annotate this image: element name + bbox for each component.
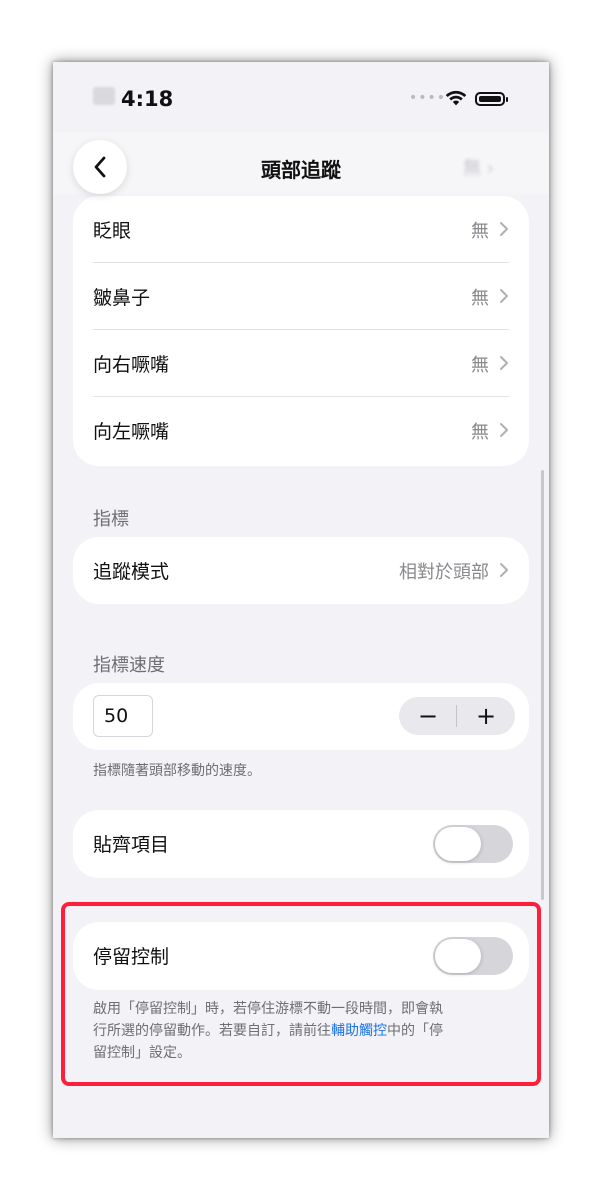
pointer-card: 追蹤模式 相對於頭部 — [73, 537, 529, 604]
chevron-right-icon — [500, 423, 508, 437]
gesture-list: 眨眼 無 皺鼻子 無 向右噘嘴 無 向左噘嘴 無 — [73, 196, 529, 466]
status-bar: 4:18 •••• — [53, 62, 549, 132]
section-title-pointer-speed: 指標速度 — [93, 655, 165, 676]
cellular-dots-icon: •••• — [409, 90, 447, 106]
snap-items-toggle[interactable] — [433, 825, 513, 863]
gesture-row-pucker-right[interactable]: 向右噘嘴 無 — [73, 330, 529, 397]
gesture-value: 無 — [471, 221, 489, 242]
snap-items-label: 貼齊項目 — [93, 834, 170, 856]
tracking-mode-value: 相對於頭部 — [399, 562, 489, 583]
navigation-bar: 無 › 頭部追蹤 — [53, 132, 549, 194]
gesture-value: 無 — [471, 422, 489, 443]
chevron-right-icon — [500, 563, 508, 577]
gesture-label: 眨眼 — [93, 220, 132, 242]
chevron-right-icon — [500, 356, 508, 370]
gesture-value: 無 — [471, 288, 489, 309]
blurred-app-icon — [93, 87, 115, 105]
gesture-row-pucker-left[interactable]: 向左噘嘴 無 — [73, 397, 529, 464]
page-title: 頭部追蹤 — [261, 158, 341, 182]
gesture-label: 向左噘嘴 — [93, 421, 170, 443]
pointer-speed-stepper: − + — [399, 697, 515, 735]
toggle-knob — [435, 827, 481, 861]
pointer-speed-field[interactable]: 50 — [93, 695, 153, 737]
gesture-label: 皺鼻子 — [93, 287, 151, 309]
gesture-row-scrunch-nose[interactable]: 皺鼻子 無 — [73, 263, 529, 330]
gesture-label: 向右噘嘴 — [93, 354, 170, 376]
pointer-speed-card: 50 − + — [73, 683, 529, 750]
phone-screen: 4:18 •••• 眨眼 無 皺鼻子 無 向右噘嘴 無 向左噘嘴 無 指標 追蹤… — [53, 62, 549, 1138]
gesture-value: 無 — [471, 355, 489, 376]
pointer-speed-footnote: 指標隨著頭部移動的速度。 — [93, 763, 261, 779]
chevron-right-icon — [500, 289, 508, 303]
highlight-box — [61, 902, 541, 1086]
increment-button[interactable]: + — [457, 697, 515, 735]
decrement-button[interactable]: − — [399, 697, 457, 735]
battery-icon — [475, 92, 508, 106]
tracking-mode-label: 追蹤模式 — [93, 561, 170, 583]
tracking-mode-row[interactable]: 追蹤模式 相對於頭部 — [73, 537, 529, 604]
status-time: 4:18 — [121, 87, 174, 111]
chevron-right-icon — [500, 222, 508, 236]
snap-items-card: 貼齊項目 — [73, 810, 529, 878]
section-title-pointer: 指標 — [93, 509, 129, 530]
gesture-row-blink[interactable]: 眨眼 無 — [73, 196, 529, 263]
wifi-icon — [445, 90, 467, 106]
scrollbar[interactable] — [541, 470, 544, 900]
